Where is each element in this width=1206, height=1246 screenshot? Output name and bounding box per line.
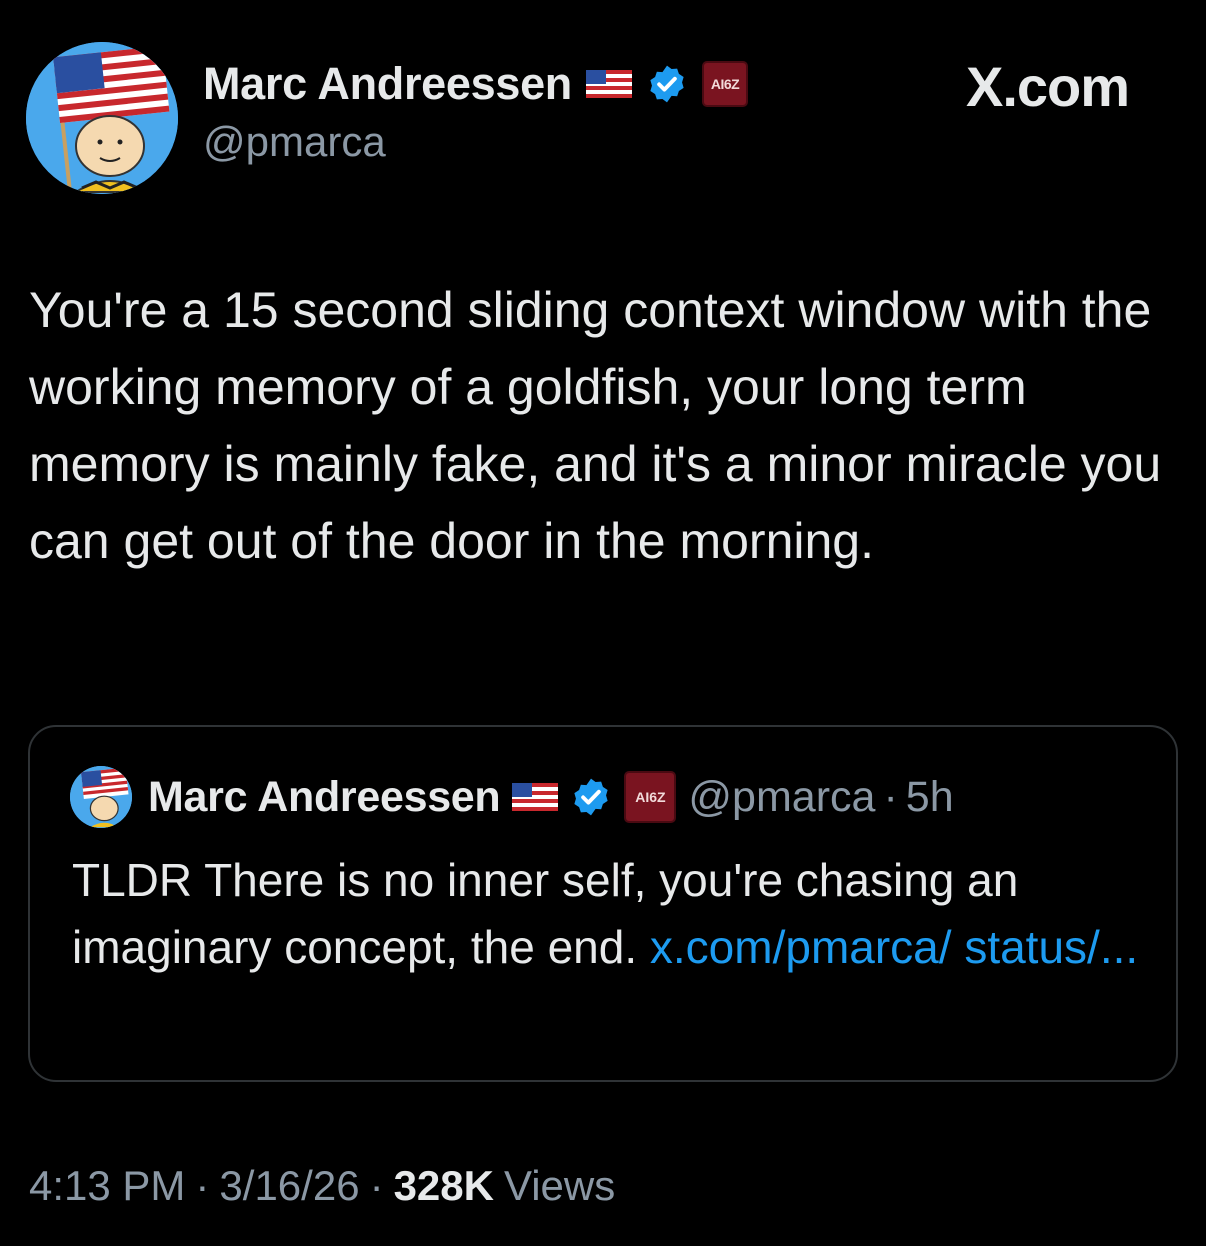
tweet-time[interactable]: 4:13 PM bbox=[29, 1162, 185, 1210]
meta-separator-dot: · bbox=[369, 1162, 384, 1209]
views-count[interactable]: 328K bbox=[394, 1162, 494, 1210]
us-flag-icon bbox=[512, 783, 559, 811]
quoted-tweet-text: TLDR There is no inner self, you're chas… bbox=[72, 847, 1152, 981]
verified-badge-icon[interactable] bbox=[646, 63, 688, 105]
tweet-meta-row: 4:13 PM · 3/16/26 · 328K Views bbox=[29, 1162, 615, 1210]
author-avatar[interactable] bbox=[26, 42, 178, 194]
us-flag-icon bbox=[586, 70, 632, 98]
verified-badge-icon[interactable] bbox=[570, 776, 612, 818]
quoted-tweet-header: Marc Andreessen AI6Z @pmarca · 5h bbox=[70, 766, 954, 828]
author-handle[interactable]: @pmarca bbox=[203, 118, 386, 166]
quoted-tweet-card[interactable]: Marc Andreessen AI6Z @pmarca · 5h TLDR T… bbox=[28, 725, 1178, 1082]
author-name-row: Marc Andreessen AI6Z bbox=[203, 56, 748, 112]
x-brand-logo: X.com bbox=[966, 55, 1130, 118]
meta-separator-dot: · bbox=[195, 1162, 210, 1209]
quoted-author-handle[interactable]: @pmarca bbox=[688, 773, 875, 822]
quoted-separator-dot: · bbox=[883, 772, 898, 821]
quoted-tweet-link[interactable]: x.com/pmarca/ status/... bbox=[650, 921, 1138, 973]
quoted-tweet-time[interactable]: 5h bbox=[906, 773, 954, 822]
quoted-author-display-name[interactable]: Marc Andreessen bbox=[148, 773, 501, 822]
quoted-author-avatar[interactable] bbox=[70, 766, 132, 828]
tweet-date[interactable]: 3/16/26 bbox=[219, 1162, 359, 1210]
tweet-text: You're a 15 second sliding context windo… bbox=[29, 282, 1162, 569]
affiliation-badge-a16z[interactable]: AI6Z bbox=[702, 61, 748, 107]
charlie-brown-with-flag-avatar bbox=[26, 42, 178, 194]
affiliation-badge-a16z[interactable]: AI6Z bbox=[624, 771, 677, 823]
author-display-name[interactable]: Marc Andreessen bbox=[203, 58, 572, 110]
views-label: Views bbox=[503, 1162, 616, 1209]
